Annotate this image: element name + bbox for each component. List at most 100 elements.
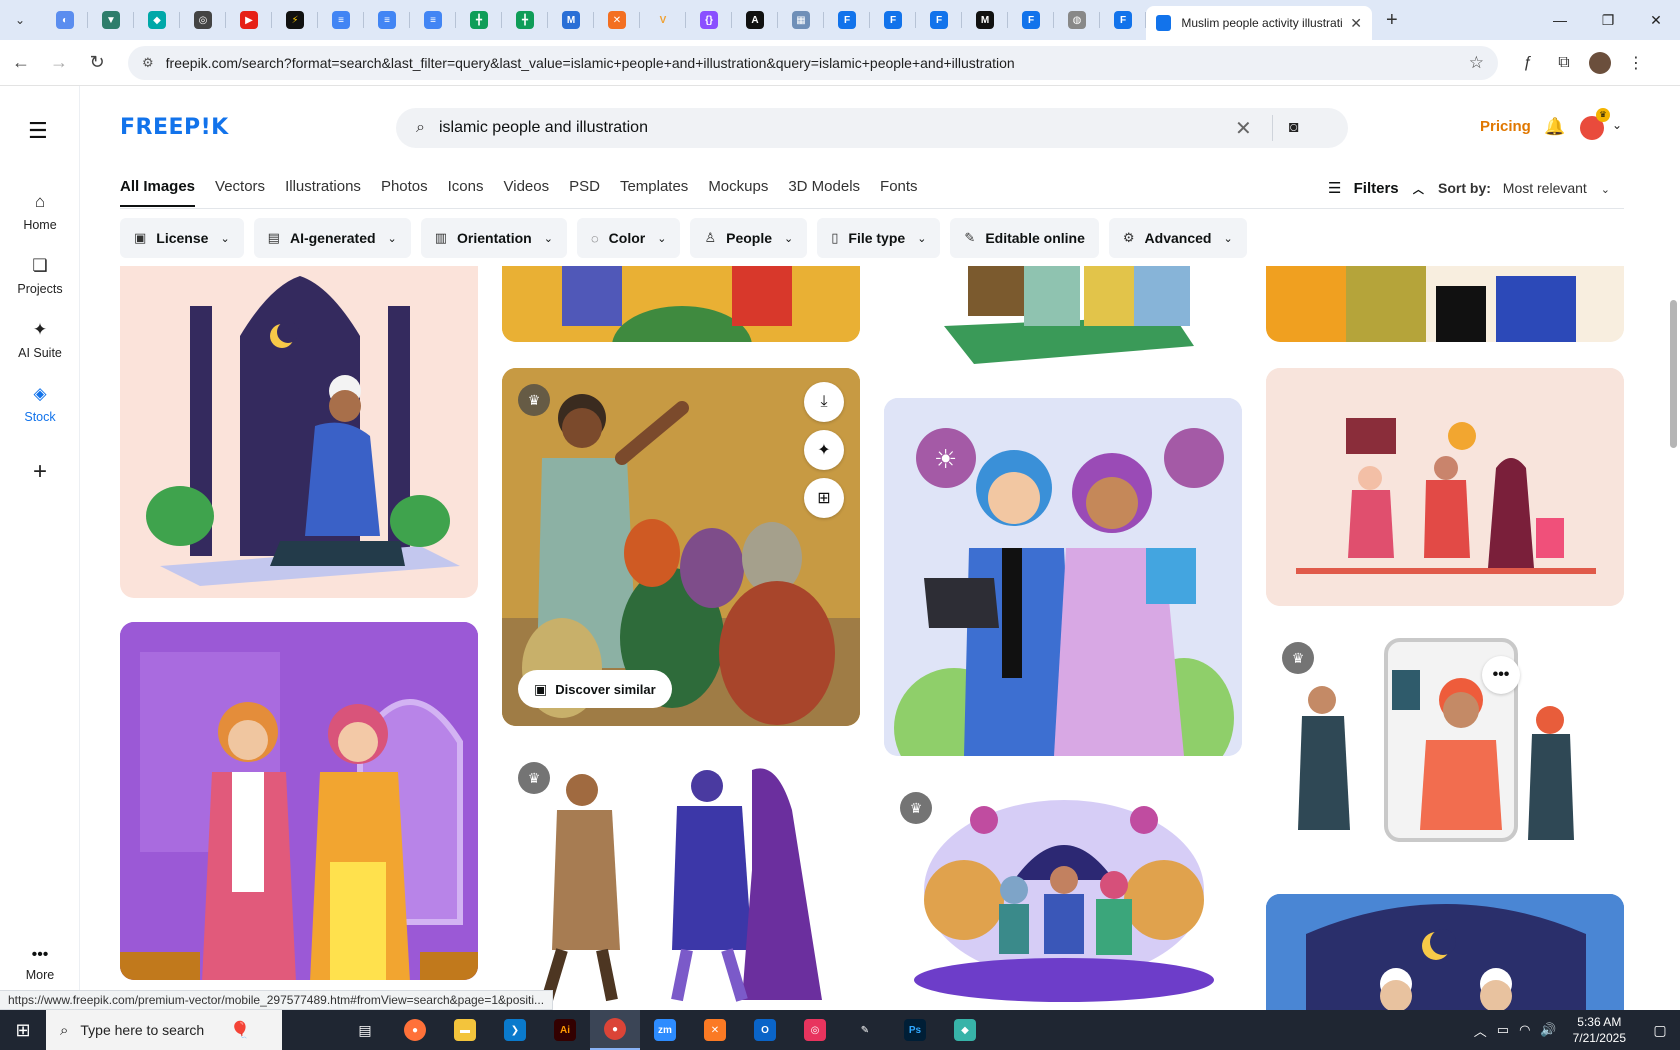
rail-item-ai-suite[interactable]: ✦ AI Suite xyxy=(0,320,80,360)
rail-add-button[interactable]: + xyxy=(0,458,80,485)
tab-templates[interactable]: Templates xyxy=(620,178,688,207)
pinned-tab[interactable]: ▶ xyxy=(226,0,272,40)
pinned-tab[interactable]: ╋ xyxy=(502,0,548,40)
pricing-link[interactable]: Pricing xyxy=(1480,118,1531,135)
scrollbar-thumb[interactable] xyxy=(1670,300,1677,448)
pinned-tab[interactable]: ▼ xyxy=(88,0,134,40)
extension-icon[interactable]: ƒ xyxy=(1510,46,1546,80)
url-omnibox[interactable]: ⚙ freepik.com/search?format=search&last_… xyxy=(128,45,1498,80)
pen-tool-icon[interactable]: ✎ xyxy=(840,1010,890,1050)
pinned-tab[interactable]: V xyxy=(640,0,686,40)
rail-item-projects[interactable]: ❏ Projects xyxy=(0,256,80,296)
result-card[interactable]: ♛ ⤓ ✦ ⊞ ▣ Discover similar xyxy=(502,368,860,726)
taskbar-search[interactable]: ⌕ Type here to search 🎈 xyxy=(46,1010,282,1050)
filter-file-type[interactable]: ▯ File type ⌄ xyxy=(817,218,941,258)
pinned-tab[interactable]: ▦ xyxy=(778,0,824,40)
filter-ai-generated[interactable]: ▤ AI-generated ⌄ xyxy=(253,218,411,258)
network-icon[interactable]: ▭ xyxy=(1497,1022,1509,1038)
wifi-icon[interactable]: ◠ xyxy=(1519,1022,1530,1038)
filter-advanced[interactable]: ⚙ Advanced ⌄ xyxy=(1108,218,1247,258)
result-card[interactable] xyxy=(502,266,860,342)
camera-search-icon[interactable]: ◙ xyxy=(1289,119,1299,137)
forward-icon[interactable]: → xyxy=(42,46,76,80)
url-text[interactable]: freepik.com/search?format=search&last_fi… xyxy=(166,55,1469,71)
result-card[interactable] xyxy=(1266,266,1624,342)
pinned-tab[interactable]: {} xyxy=(686,0,732,40)
pinned-tab[interactable]: ◆ xyxy=(134,0,180,40)
pinned-tab[interactable]: ≡ xyxy=(318,0,364,40)
firefox-icon[interactable]: ● xyxy=(390,1010,440,1050)
close-window-icon[interactable]: ✕ xyxy=(1632,0,1680,40)
zoom-icon[interactable]: zm xyxy=(640,1010,690,1050)
chevron-down-icon[interactable]: ⌄ xyxy=(1612,118,1622,132)
result-card[interactable] xyxy=(1266,368,1624,606)
filter-orientation[interactable]: ▥ Orientation ⌄ xyxy=(420,218,567,258)
volume-icon[interactable]: 🔊 xyxy=(1540,1022,1556,1038)
system-clock[interactable]: 5:36 AM 7/21/2025 xyxy=(1573,1014,1626,1046)
illustrator-icon[interactable]: Ai xyxy=(540,1010,590,1050)
bookmark-star-icon[interactable]: ☆ xyxy=(1469,53,1484,73)
pinned-tab[interactable]: ◎ xyxy=(180,0,226,40)
tab-photos[interactable]: Photos xyxy=(381,178,428,207)
pinned-tab[interactable]: ≡ xyxy=(410,0,456,40)
filter-editable-online[interactable]: ✎ Editable online xyxy=(950,218,1099,258)
restore-icon[interactable]: ❐ xyxy=(1584,0,1632,40)
tab-all-images[interactable]: All Images xyxy=(120,178,196,207)
user-avatar[interactable]: ♛ xyxy=(1580,108,1610,140)
search-input[interactable] xyxy=(438,119,1219,137)
discover-similar-button[interactable]: ▣ Discover similar xyxy=(518,670,672,708)
filter-color[interactable]: ◌ Color ⌄ xyxy=(576,218,681,258)
task-view-icon[interactable]: ▤ xyxy=(340,1010,390,1050)
sort-control[interactable]: Sort by: Most relevant ⌄ xyxy=(1438,180,1610,196)
more-options-icon[interactable]: ••• xyxy=(1482,656,1520,694)
notifications-icon[interactable]: ▢ xyxy=(1640,1022,1680,1039)
filter-people[interactable]: ♙ People ⌄ xyxy=(690,218,808,258)
xampp-icon[interactable]: ✕ xyxy=(690,1010,740,1050)
result-card[interactable]: ♛ ••• xyxy=(1266,630,1624,862)
chrome-icon[interactable]: ● xyxy=(590,1010,640,1050)
pinned-tab[interactable]: ◐ xyxy=(42,0,88,40)
pinned-tab[interactable]: F xyxy=(870,0,916,40)
tab-psd[interactable]: PSD xyxy=(569,178,600,207)
tab-videos[interactable]: Videos xyxy=(504,178,550,207)
reload-icon[interactable]: ↻ xyxy=(80,46,114,80)
pinned-tab[interactable]: M xyxy=(962,0,1008,40)
tab-3d-models[interactable]: 3D Models xyxy=(788,178,860,207)
new-tab-icon[interactable]: + xyxy=(1386,9,1398,32)
photoshop-icon[interactable]: Ps xyxy=(890,1010,940,1050)
pinned-tab[interactable]: F xyxy=(916,0,962,40)
rail-item-stock[interactable]: ◈ Stock xyxy=(0,384,80,424)
app-diamond-icon[interactable]: ◆ xyxy=(940,1010,990,1050)
site-info-icon[interactable]: ⚙ xyxy=(142,55,154,71)
pinned-tab[interactable]: M xyxy=(548,0,594,40)
rail-item-home[interactable]: ⌂ Home xyxy=(0,192,80,232)
pinned-tab[interactable]: ╋ xyxy=(456,0,502,40)
tab-mockups[interactable]: Mockups xyxy=(708,178,768,207)
rail-item-more[interactable]: ••• More xyxy=(0,946,80,982)
result-card[interactable]: ♛ xyxy=(884,780,1242,1010)
filters-button[interactable]: ☰ Filters ︿ xyxy=(1328,179,1424,197)
vscode-icon[interactable]: ❯ xyxy=(490,1010,540,1050)
pinned-tab[interactable]: F xyxy=(1008,0,1054,40)
pinned-tab[interactable]: ⚡ xyxy=(272,0,318,40)
pinned-tab[interactable]: F xyxy=(824,0,870,40)
ai-edit-icon[interactable]: ✦ xyxy=(804,430,844,470)
result-card[interactable] xyxy=(120,266,478,598)
page-scrollbar[interactable] xyxy=(1666,86,1680,1006)
result-card[interactable] xyxy=(120,622,478,980)
profile-avatar[interactable] xyxy=(1582,46,1618,80)
pinned-tab[interactable]: A xyxy=(732,0,778,40)
tab-icons[interactable]: Icons xyxy=(448,178,484,207)
close-tab-icon[interactable]: ✕ xyxy=(1350,15,1362,32)
tab-illustrations[interactable]: Illustrations xyxy=(285,178,361,207)
pinned-tab[interactable]: F xyxy=(1100,0,1146,40)
extensions-puzzle-icon[interactable]: ⧉ xyxy=(1546,46,1582,80)
active-browser-tab[interactable]: Muslim people activity illustrati ✕ xyxy=(1146,6,1372,40)
notifications-bell-icon[interactable]: 🔔 xyxy=(1544,117,1565,137)
chevron-up-icon[interactable]: ︿ xyxy=(1474,1021,1487,1040)
hamburger-menu-icon[interactable]: ☰ xyxy=(28,118,48,144)
result-card[interactable] xyxy=(1266,894,1624,1010)
pinned-tab[interactable]: ≡ xyxy=(364,0,410,40)
outlook-icon[interactable]: O xyxy=(740,1010,790,1050)
file-explorer-icon[interactable]: ▬ xyxy=(440,1010,490,1050)
